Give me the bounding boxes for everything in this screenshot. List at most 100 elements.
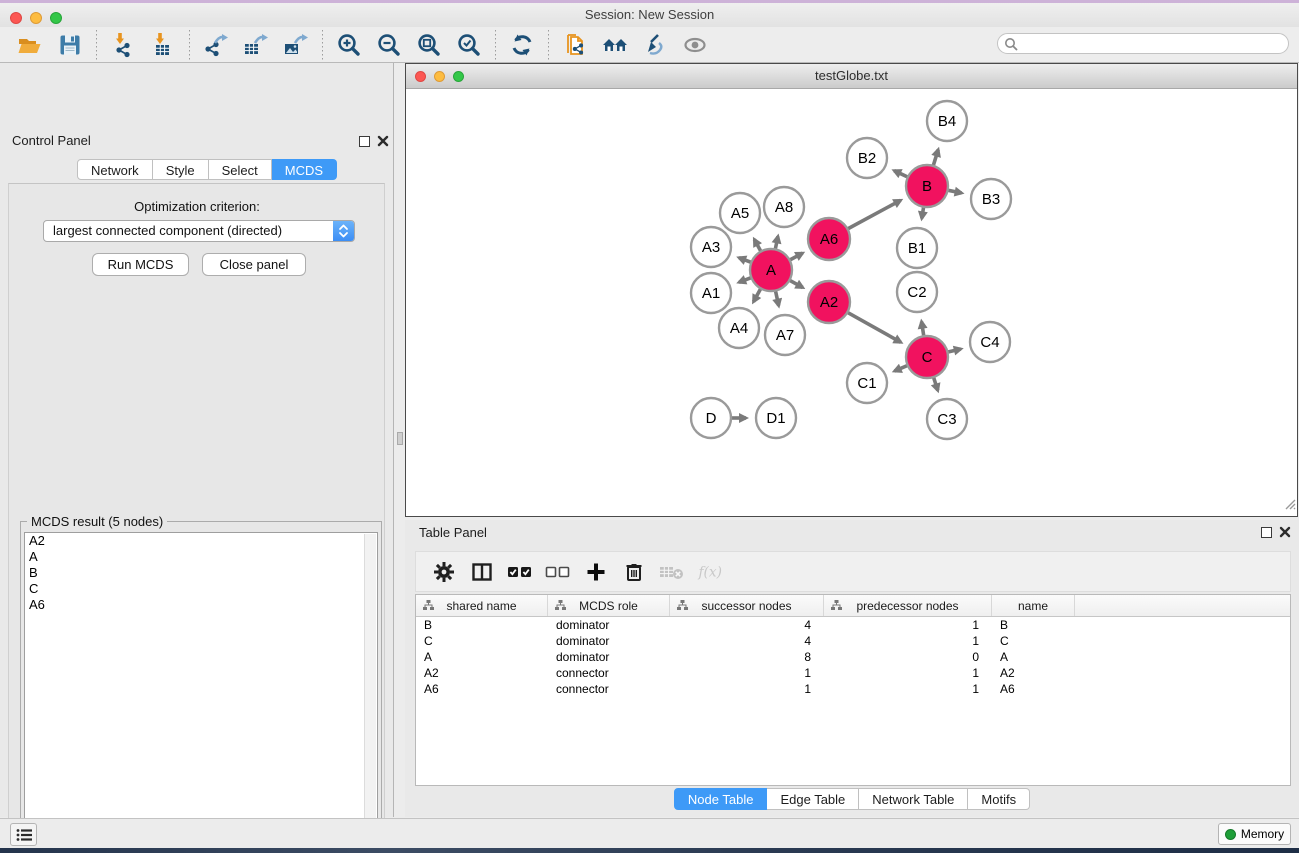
network-canvas[interactable]: B4B2BB3A5A8A6B1A3AA1C2A2A4A7C4CC1C3DD1 <box>406 89 1297 516</box>
table-row[interactable]: Bdominator41B <box>416 617 1290 633</box>
network-window-controls[interactable] <box>415 71 464 82</box>
table-cell[interactable]: C <box>416 633 548 649</box>
edge-B-B4[interactable] <box>933 150 938 166</box>
import-table-icon[interactable] <box>148 31 178 59</box>
tab-style[interactable]: Style <box>153 159 209 180</box>
table-cell[interactable]: B <box>992 617 1075 633</box>
open-file-icon[interactable] <box>15 31 45 59</box>
tab-motifs[interactable]: Motifs <box>968 788 1030 810</box>
settings-gear-icon[interactable] <box>431 559 457 585</box>
result-list-item[interactable]: A <box>25 549 377 565</box>
tab-network-table[interactable]: Network Table <box>859 788 968 810</box>
annotations-pen-icon[interactable] <box>640 31 670 59</box>
edge-A-A4[interactable] <box>753 288 760 301</box>
export-image-icon[interactable] <box>281 31 311 59</box>
table-cell[interactable]: dominator <box>548 649 670 665</box>
column-header-name[interactable]: name <box>992 595 1075 616</box>
refresh-layout-icon[interactable] <box>507 31 537 59</box>
table-cell[interactable]: 1 <box>670 681 824 697</box>
edge-B-B2[interactable] <box>894 171 908 177</box>
table-cell[interactable]: A <box>992 649 1075 665</box>
node-table[interactable]: shared nameMCDS rolesuccessor nodesprede… <box>415 594 1291 786</box>
tab-mcds[interactable]: MCDS <box>272 159 337 180</box>
edge-A2-C[interactable] <box>847 312 901 342</box>
search-input[interactable] <box>997 33 1289 54</box>
edge-A-A5[interactable] <box>754 239 761 251</box>
edge-A-A2[interactable] <box>789 280 802 287</box>
maximize-icon[interactable] <box>453 71 464 82</box>
export-network-icon[interactable] <box>201 31 231 59</box>
column-header-shared-name[interactable]: shared name <box>416 595 548 616</box>
column-header-predecessor-nodes[interactable]: predecessor nodes <box>824 595 992 616</box>
edge-A-A1[interactable] <box>739 278 751 283</box>
table-cell[interactable]: A2 <box>992 665 1075 681</box>
table-cell[interactable]: A6 <box>992 681 1075 697</box>
table-cell[interactable]: dominator <box>548 633 670 649</box>
minimize-icon[interactable] <box>434 71 445 82</box>
result-list-item[interactable]: A6 <box>25 597 377 613</box>
table-cell[interactable]: connector <box>548 665 670 681</box>
network-graph[interactable]: B4B2BB3A5A8A6B1A3AA1C2A2A4A7C4CC1C3DD1 <box>406 89 1297 516</box>
table-cell[interactable]: 1 <box>824 681 992 697</box>
table-cell[interactable]: 1 <box>824 633 992 649</box>
table-cell[interactable]: 8 <box>670 649 824 665</box>
tab-edge-table[interactable]: Edge Table <box>767 788 859 810</box>
window-controls[interactable] <box>10 12 62 24</box>
add-column-icon[interactable] <box>583 559 609 585</box>
save-session-icon[interactable] <box>55 31 85 59</box>
table-cell[interactable]: 1 <box>824 665 992 681</box>
close-panel-button[interactable]: Close panel <box>202 253 306 276</box>
scrollbar-track[interactable] <box>364 534 376 850</box>
edge-B-B1[interactable] <box>922 207 924 219</box>
close-icon[interactable] <box>415 71 426 82</box>
show-hide-eye-icon[interactable] <box>680 31 710 59</box>
deselect-all-checkboxes-icon[interactable] <box>545 559 571 585</box>
table-cell[interactable]: dominator <box>548 617 670 633</box>
edge-A6-B[interactable] <box>847 200 900 229</box>
tab-node-table[interactable]: Node Table <box>674 788 768 810</box>
result-list-item[interactable]: B <box>25 565 377 581</box>
zoom-selected-icon[interactable] <box>454 31 484 59</box>
memory-button[interactable]: Memory <box>1218 823 1291 845</box>
edge-B-B3[interactable] <box>948 190 962 193</box>
table-body[interactable]: Bdominator41BCdominator41CAdominator80AA… <box>416 617 1290 697</box>
tab-network[interactable]: Network <box>77 159 153 180</box>
import-network-icon[interactable] <box>108 31 138 59</box>
table-row[interactable]: Cdominator41C <box>416 633 1290 649</box>
edge-A-A3[interactable] <box>739 258 751 263</box>
resize-grip-icon[interactable] <box>1283 497 1296 515</box>
export-table-icon[interactable] <box>241 31 271 59</box>
close-panel-icon[interactable] <box>1279 526 1291 538</box>
minimize-window-button[interactable] <box>30 12 42 24</box>
criterion-dropdown[interactable]: largest connected component (directed) <box>43 220 355 242</box>
table-cell[interactable]: connector <box>548 681 670 697</box>
edge-C-C1[interactable] <box>895 365 908 371</box>
edge-A-A7[interactable] <box>775 291 778 306</box>
edge-C-C2[interactable] <box>922 322 924 337</box>
result-list-item[interactable]: C <box>25 581 377 597</box>
show-columns-icon[interactable] <box>469 559 495 585</box>
edge-C-C3[interactable] <box>933 377 937 390</box>
mcds-result-list[interactable]: A2ABCA6 <box>24 532 378 850</box>
table-cell[interactable]: 1 <box>670 665 824 681</box>
table-row[interactable]: Adominator80A <box>416 649 1290 665</box>
select-all-checkboxes-icon[interactable] <box>507 559 533 585</box>
table-cell[interactable]: B <box>416 617 548 633</box>
table-row[interactable]: A2connector11A2 <box>416 665 1290 681</box>
split-pane-handle[interactable] <box>397 432 403 445</box>
column-header-MCDS-role[interactable]: MCDS role <box>548 595 670 616</box>
edge-A-A8[interactable] <box>775 236 778 249</box>
table-row[interactable]: A6connector11A6 <box>416 681 1290 697</box>
column-header-successor-nodes[interactable]: successor nodes <box>670 595 824 616</box>
table-cell[interactable]: C <box>992 633 1075 649</box>
table-cell[interactable]: A6 <box>416 681 548 697</box>
clone-network-icon[interactable] <box>560 31 590 59</box>
delete-columns-icon[interactable] <box>621 559 647 585</box>
tab-select[interactable]: Select <box>209 159 272 180</box>
table-cell[interactable]: 4 <box>670 617 824 633</box>
table-cell[interactable]: 1 <box>824 617 992 633</box>
edge-C-C4[interactable] <box>947 349 960 352</box>
zoom-in-icon[interactable] <box>334 31 364 59</box>
close-window-button[interactable] <box>10 12 22 24</box>
table-cell[interactable]: 0 <box>824 649 992 665</box>
